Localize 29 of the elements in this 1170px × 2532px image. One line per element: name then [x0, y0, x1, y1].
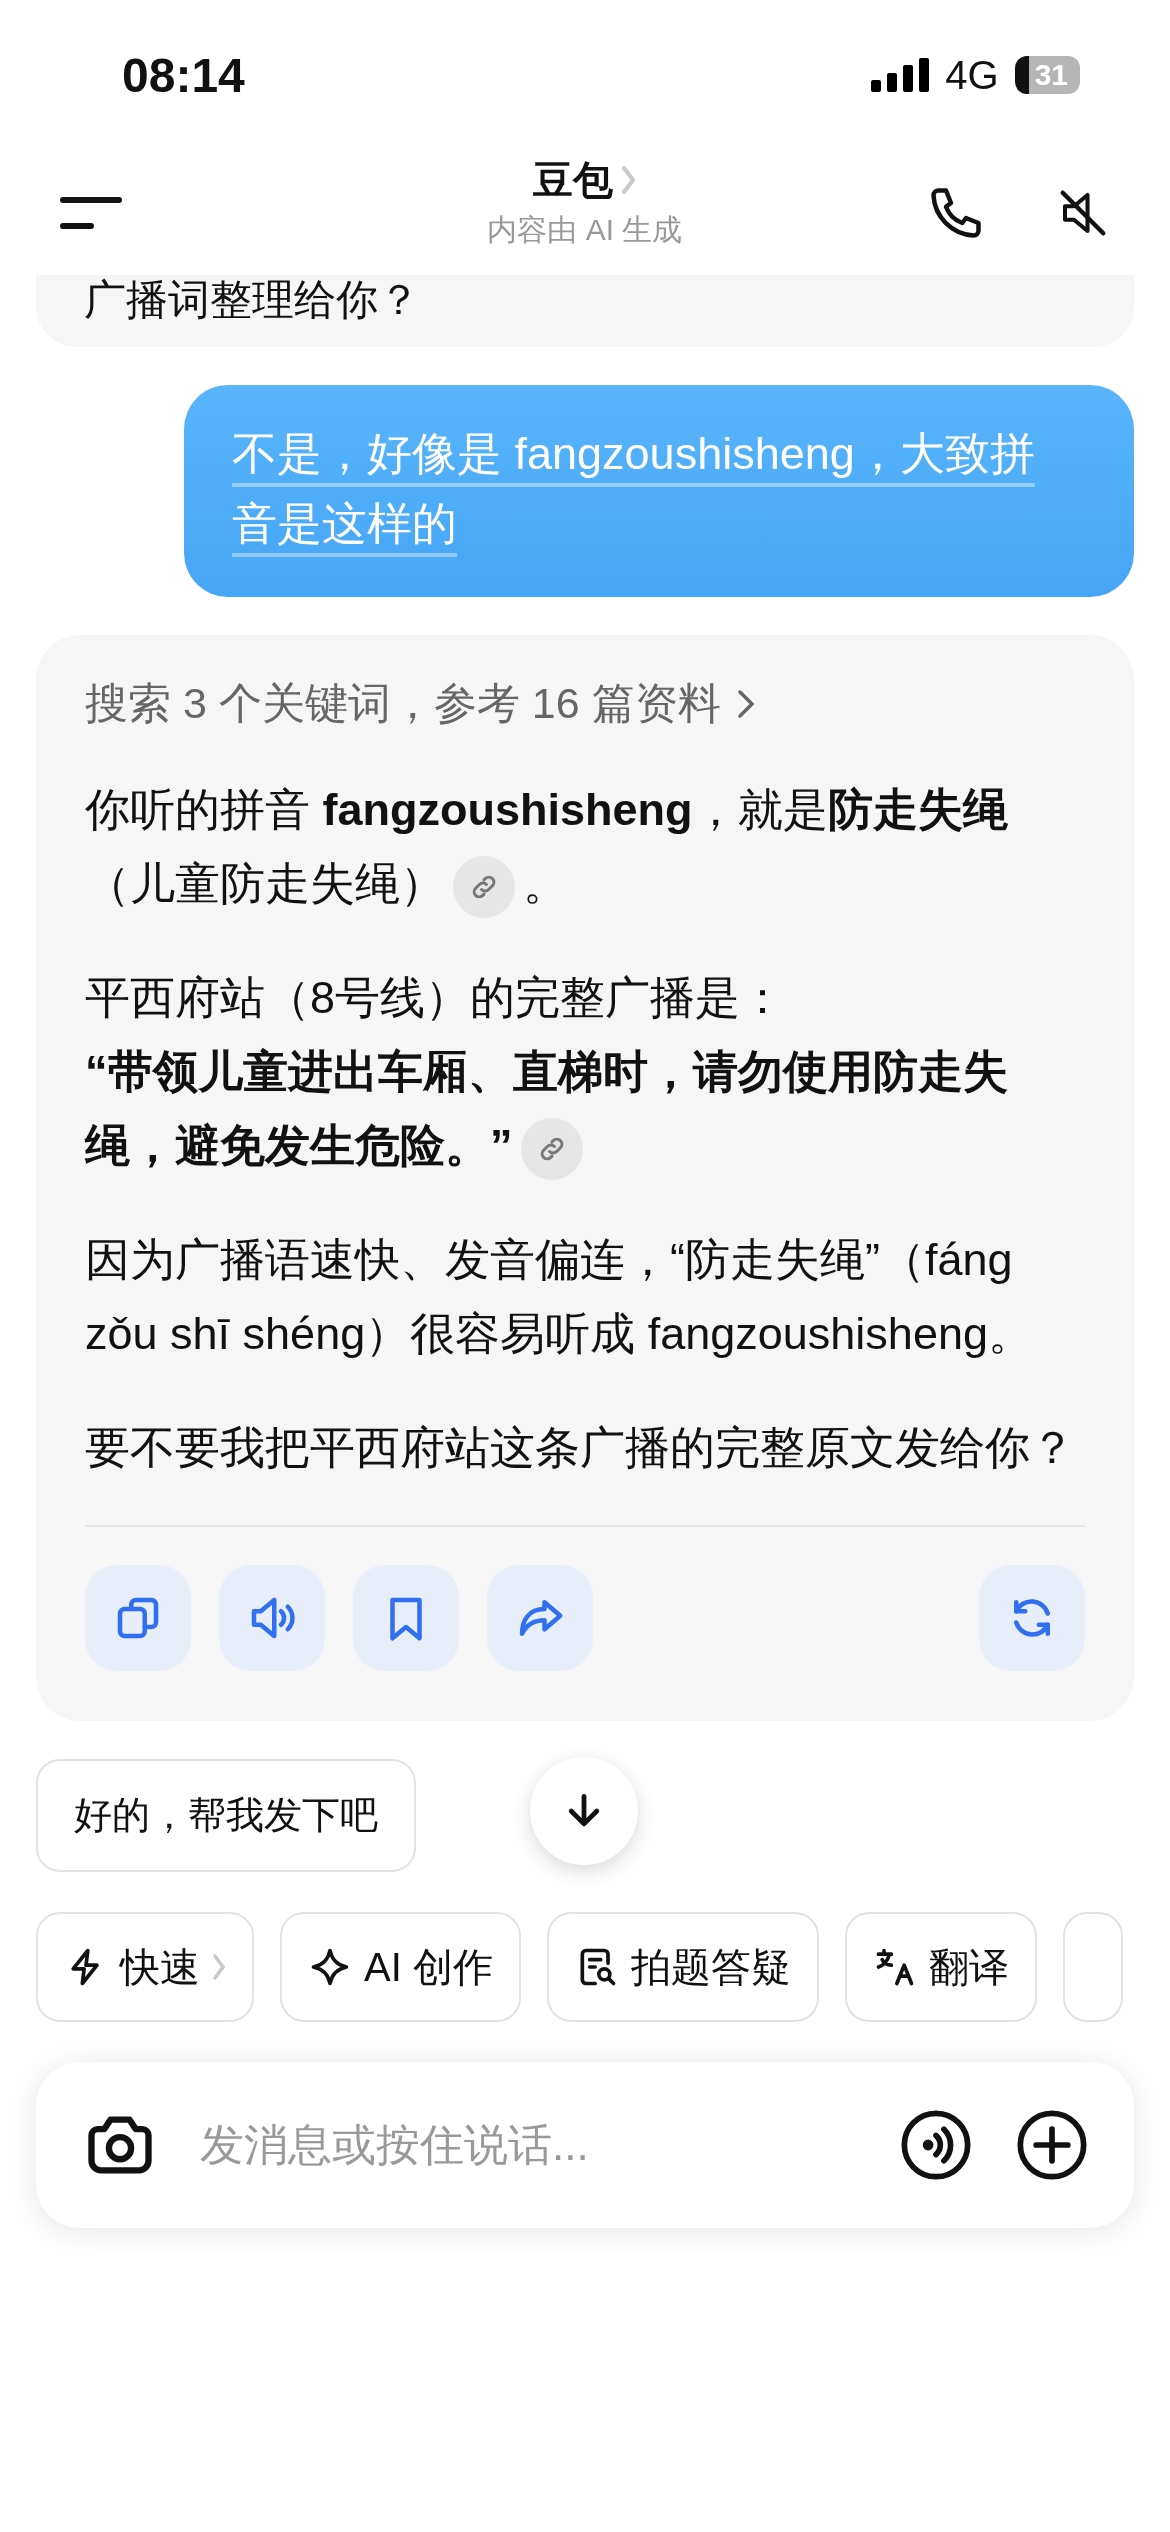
message-field[interactable]: 发消息或按住说话... [198, 2119, 858, 2171]
answer-text: 因为广播语速快、发音偏连，“防走失绳”（fáng zǒu shī shéng）很容易听成 fangzoushisheng。 [85, 1233, 1034, 1361]
chip-label: 拍题答疑 [630, 1943, 791, 1991]
status-time: 08:14 [122, 47, 245, 103]
answer-text: 要不要我把平西府站这条广播的完整原文发给你？ [85, 1421, 1076, 1475]
answer-text: 平西府站（8号线）的完整广播是： “带领儿童进出车厢、直梯时，请勿使用防走失绳，避免发生危险。” [85, 961, 1085, 1183]
read-aloud-button[interactable] [219, 1565, 325, 1671]
message-text: 广播词整理给你？ [84, 276, 420, 323]
feature-chip[interactable]: AI 创作 [280, 1912, 521, 2022]
menu-icon[interactable] [60, 195, 122, 230]
feature-chip[interactable]: 快速 [36, 1912, 254, 2022]
chat-title[interactable]: 豆包 [533, 150, 613, 210]
copy-button[interactable] [85, 1565, 191, 1671]
chip-label: 翻译 [928, 1943, 1009, 1991]
feature-chip[interactable]: 拍题答疑 [546, 1912, 819, 2022]
bookmark-button[interactable] [353, 1565, 459, 1671]
message-text: 不是，好像是 fangzoushisheng，大致拼音是这样的 [232, 428, 1035, 549]
answer-text: 你听的拼音 fangzoushisheng，就是防走失绳（儿童防走失绳） 。 [85, 773, 1085, 921]
suggestion-chip[interactable]: 好的，帮我发下吧 [36, 1759, 416, 1872]
chat-subtitle: 内容由 AI 生成 [487, 212, 683, 248]
signal-icon [871, 58, 930, 92]
search-summary-link[interactable]: 搜索 3 个关键词，参考 16 篇资料 [85, 675, 1085, 733]
chip-label: AI 创作 [364, 1943, 493, 1991]
battery-indicator: 31 [1014, 56, 1080, 94]
network-label: 4G [945, 52, 999, 98]
regenerate-button[interactable] [979, 1565, 1085, 1671]
chip-label: 快速 [120, 1943, 200, 1991]
share-button[interactable] [487, 1565, 593, 1671]
feature-chip[interactable]: 翻译 [844, 1912, 1037, 2022]
